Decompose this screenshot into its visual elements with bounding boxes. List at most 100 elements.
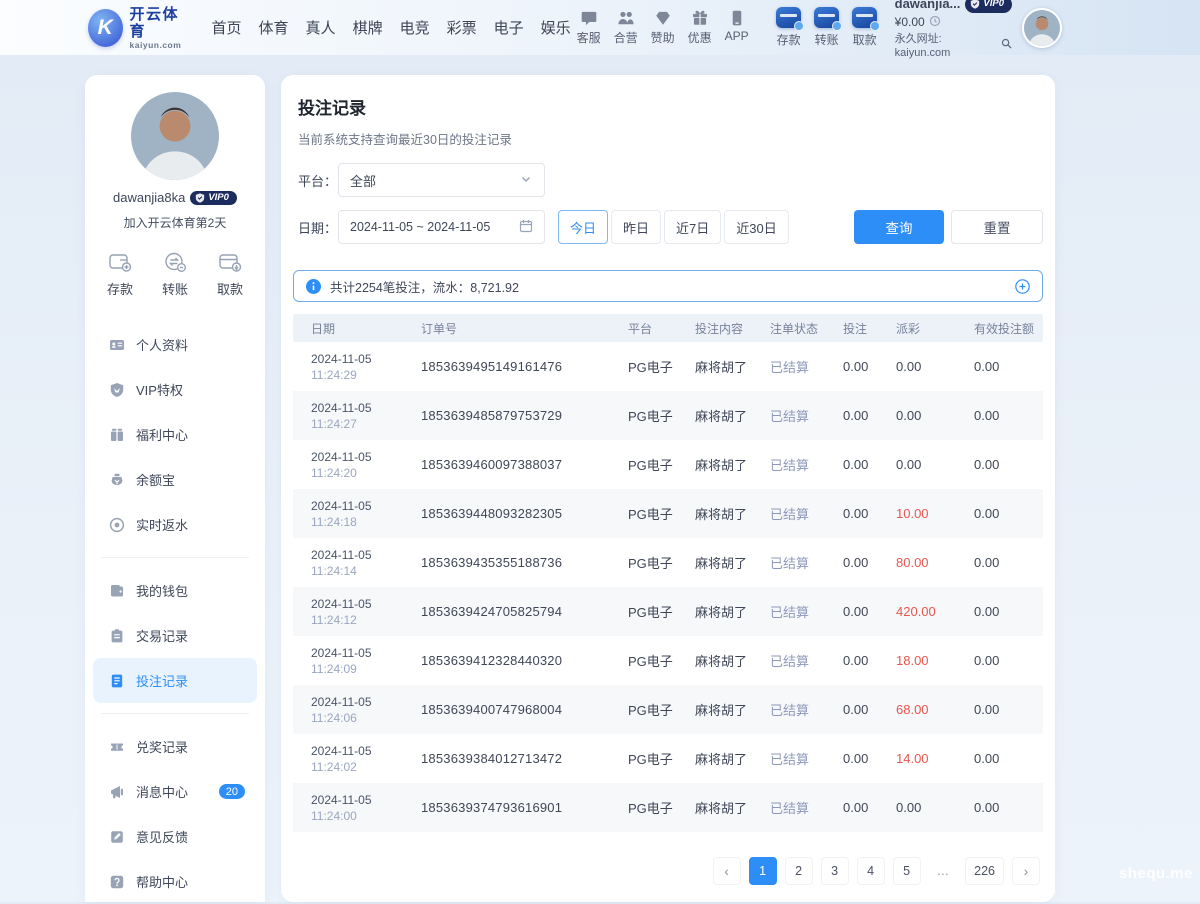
phone-icon — [728, 9, 746, 27]
platform-selected-value: 全部 — [350, 171, 519, 190]
sidebar-item-vip-shield[interactable]: VIP特权 — [85, 367, 265, 412]
search-button[interactable]: 查询 — [854, 210, 944, 244]
table-row: 2024-11-0511:24:12 1853639424705825794 P… — [293, 587, 1043, 636]
cell-payout: 0.00 — [896, 457, 974, 472]
cell-status: 已结算 — [770, 455, 843, 474]
page-button-226[interactable]: 226 — [965, 857, 1004, 885]
deposit-card-icon — [776, 7, 801, 28]
nav-item-1[interactable]: 体育 — [259, 17, 289, 38]
sidebar-item-yuebao[interactable]: 余额宝 — [85, 457, 265, 502]
date-range-input[interactable]: 2024-11-05 ~ 2024-11-05 — [338, 210, 545, 244]
cell-valid-amount: 0.00 — [974, 751, 1025, 766]
reset-button[interactable]: 重置 — [951, 210, 1043, 244]
page-button-2[interactable]: 2 — [785, 857, 813, 885]
people-icon — [617, 9, 635, 27]
nav-item-4[interactable]: 电竞 — [400, 17, 430, 38]
cell-valid-amount: 0.00 — [974, 653, 1025, 668]
page-button-4[interactable]: 4 — [857, 857, 885, 885]
toplink-chat-icon[interactable]: 客服 — [571, 9, 607, 46]
search-icon[interactable] — [1001, 38, 1012, 53]
column-header: 投注内容 — [695, 320, 770, 337]
quick-action-transfer-icon[interactable]: 转账 — [162, 251, 188, 298]
cell-date: 2024-11-0511:24:12 — [311, 596, 421, 628]
sidebar-item-feedback[interactable]: 意见反馈 — [85, 814, 265, 859]
profile-vip-badge: VIP0 — [190, 191, 237, 205]
table-row: 2024-11-0511:24:09 1853639412328440320 P… — [293, 636, 1043, 685]
cell-platform: PG电子 — [628, 504, 695, 523]
cell-status: 已结算 — [770, 406, 843, 425]
column-header: 有效投注额 — [974, 320, 1034, 337]
cell-payout: 0.00 — [896, 408, 974, 423]
cell-date: 2024-11-0511:24:09 — [311, 645, 421, 677]
cell-bet-content: 麻将胡了 — [695, 357, 770, 376]
cell-bet-amount: 0.00 — [843, 506, 896, 521]
cell-payout: 80.00 — [896, 555, 974, 570]
watermark: shequ.me — [1119, 865, 1193, 882]
sidebar-item-help[interactable]: 帮助中心 — [85, 859, 265, 904]
page-button-5[interactable]: 5 — [893, 857, 921, 885]
sidebar-item-id-card[interactable]: 个人资料 — [85, 322, 265, 367]
trade-record-icon — [109, 628, 125, 644]
sidebar-menu: 个人资料 VIP特权 福利中心 余额宝 实时返水 我的钱包 交易记录 投注记录 — [85, 322, 265, 904]
nav-item-7[interactable]: 娱乐 — [541, 17, 571, 38]
cell-bet-amount: 0.00 — [843, 408, 896, 423]
help-icon — [109, 874, 125, 890]
sidebar-item-trade-record[interactable]: 交易记录 — [85, 613, 265, 658]
quick-date-今日[interactable]: 今日 — [558, 210, 608, 244]
summary-bar: 共计2254笔投注，流水：8,721.92 — [293, 270, 1043, 302]
sidebar-item-rebate[interactable]: 实时返水 — [85, 502, 265, 547]
page-button-3[interactable]: 3 — [821, 857, 849, 885]
nav-item-5[interactable]: 彩票 — [447, 17, 477, 38]
page-button-1[interactable]: 1 — [749, 857, 777, 885]
cell-bet-content: 麻将胡了 — [695, 406, 770, 425]
quick-date-近7日[interactable]: 近7日 — [664, 210, 721, 244]
next-page-button[interactable]: › — [1012, 857, 1040, 885]
quick-action-deposit-icon[interactable]: 存款 — [107, 251, 133, 298]
quick-action-withdraw-icon[interactable]: 取款 — [217, 251, 243, 298]
sidebar-item-redeem-record[interactable]: 兑奖记录 — [85, 724, 265, 769]
cell-payout: 18.00 — [896, 653, 974, 668]
cell-date: 2024-11-0511:24:06 — [311, 694, 421, 726]
toplink-gift-icon[interactable]: 优惠 — [682, 9, 718, 46]
cell-valid-amount: 0.00 — [974, 457, 1025, 472]
toplink-transfer-card-icon[interactable]: 转账 — [813, 7, 841, 48]
cell-bet-amount: 0.00 — [843, 751, 896, 766]
nav-item-3[interactable]: 棋牌 — [353, 17, 383, 38]
expand-plus-icon[interactable] — [1015, 279, 1030, 294]
toplink-diamond-icon[interactable]: 赞助 — [645, 9, 681, 46]
quick-date-近30日[interactable]: 近30日 — [724, 210, 788, 244]
sidebar-item-wallet[interactable]: 我的钱包 — [85, 568, 265, 613]
cell-status: 已结算 — [770, 357, 843, 376]
table-row: 2024-11-0511:24:29 1853639495149161476 P… — [293, 342, 1043, 391]
user-avatar[interactable] — [1022, 8, 1062, 48]
toplink-deposit-card-icon[interactable]: 存款 — [775, 7, 803, 48]
bet-record-icon — [109, 673, 125, 689]
sidebar-item-bet-record[interactable]: 投注记录 — [93, 658, 257, 703]
platform-select[interactable]: 全部 — [338, 163, 545, 197]
nav-item-2[interactable]: 真人 — [306, 17, 336, 38]
refresh-icon[interactable] — [929, 15, 941, 30]
info-icon — [306, 279, 321, 294]
cell-payout: 10.00 — [896, 506, 974, 521]
profile-avatar[interactable] — [131, 92, 219, 180]
table-row: 2024-11-0511:24:14 1853639435355188736 P… — [293, 538, 1043, 587]
quick-links: 客服 合营 赞助 优惠 APP — [571, 9, 755, 46]
user-block[interactable]: dawanjia... VIP0 ¥0.00 永久网址: kaiyun.com — [895, 0, 1012, 60]
nav-item-6[interactable]: 电子 — [494, 17, 524, 38]
prev-page-button[interactable]: ‹ — [713, 857, 741, 885]
cell-bet-amount: 0.00 — [843, 604, 896, 619]
toplink-withdraw-card-icon[interactable]: 取款 — [851, 7, 879, 48]
nav-item-0[interactable]: 首页 — [212, 17, 242, 38]
app-logo[interactable]: K 开云体育 kaiyun.com — [88, 6, 190, 50]
cell-payout: 14.00 — [896, 751, 974, 766]
cell-valid-amount: 0.00 — [974, 359, 1025, 374]
sidebar-item-welfare-gift[interactable]: 福利中心 — [85, 412, 265, 457]
sidebar-item-message[interactable]: 消息中心 20 — [85, 769, 265, 814]
cell-order-number: 1853639495149161476 — [421, 359, 628, 374]
topbar-right: 客服 合营 赞助 优惠 APP 存款 转账 取款 dawanjia... VIP… — [571, 0, 1062, 60]
cell-order-number: 1853639460097388037 — [421, 457, 628, 472]
toplink-phone-icon[interactable]: APP — [719, 9, 755, 46]
toplink-people-icon[interactable]: 合营 — [608, 9, 644, 46]
cell-platform: PG电子 — [628, 602, 695, 621]
quick-date-昨日[interactable]: 昨日 — [611, 210, 661, 244]
